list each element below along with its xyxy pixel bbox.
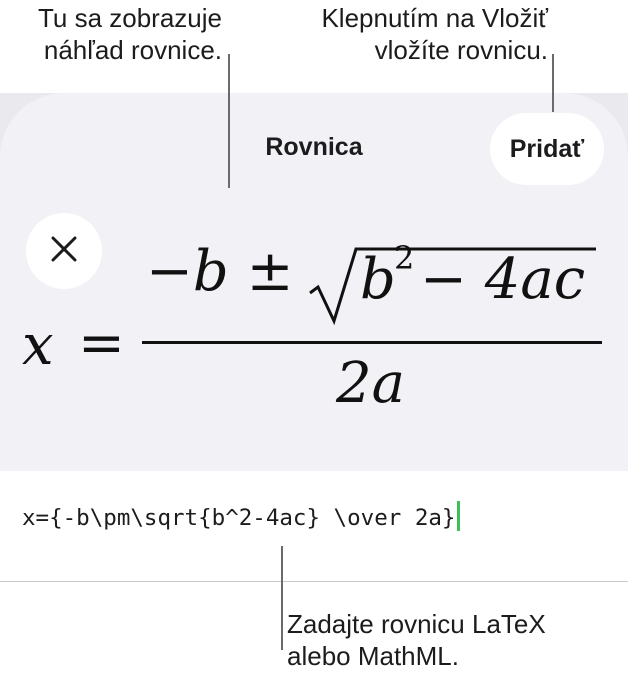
- equation-equals: =: [78, 311, 125, 376]
- equation-preview: x = −b ± b 2 − 4ac 2a: [0, 223, 628, 443]
- equation-sheet: Rovnica Pridať x = −b ± b 2 − 4ac 2a x={…: [0, 93, 628, 582]
- sheet-header-area: Rovnica Pridať x = −b ± b 2 − 4ac 2a: [0, 93, 628, 471]
- callout-preview: Tu sa zobrazuje náhľad rovnice.: [0, 2, 222, 66]
- leader-line-input: [281, 546, 283, 650]
- leader-line-insert: [552, 54, 554, 112]
- callout-insert-line1: Klepnutím na Vložiť: [321, 3, 548, 33]
- add-button[interactable]: Pridať: [490, 113, 604, 185]
- callout-preview-line1: Tu sa zobrazuje: [37, 3, 222, 33]
- fraction-bar: [142, 341, 602, 344]
- callout-insert: Klepnutím na Vložiť vložíte rovnicu.: [321, 2, 548, 66]
- leader-line-preview: [228, 54, 230, 188]
- latex-input-area[interactable]: x={-b\pm\sqrt{b^2-4ac} \over 2a}: [0, 471, 628, 581]
- radicand-rest: − 4ac: [420, 247, 586, 312]
- equation-lhs: x: [22, 313, 54, 378]
- numerator-prefix: −b ±: [146, 239, 294, 304]
- latex-input[interactable]: x={-b\pm\sqrt{b^2-4ac} \over 2a}: [22, 501, 612, 531]
- radicand-exponent: 2: [394, 239, 415, 277]
- latex-input-value: x={-b\pm\sqrt{b^2-4ac} \over 2a}: [22, 505, 456, 531]
- callout-input-line1: Zadajte rovnicu LaTeX: [287, 609, 546, 639]
- callout-insert-line2: vložíte rovnicu.: [374, 35, 548, 65]
- radicand-base: b: [360, 247, 396, 312]
- equation-denominator: 2a: [336, 351, 406, 416]
- callout-input: Zadajte rovnicu LaTeX alebo MathML.: [287, 608, 546, 672]
- callout-preview-line2: náhľad rovnice.: [43, 35, 222, 65]
- text-caret: [457, 501, 460, 531]
- callout-input-line2: alebo MathML.: [287, 641, 459, 671]
